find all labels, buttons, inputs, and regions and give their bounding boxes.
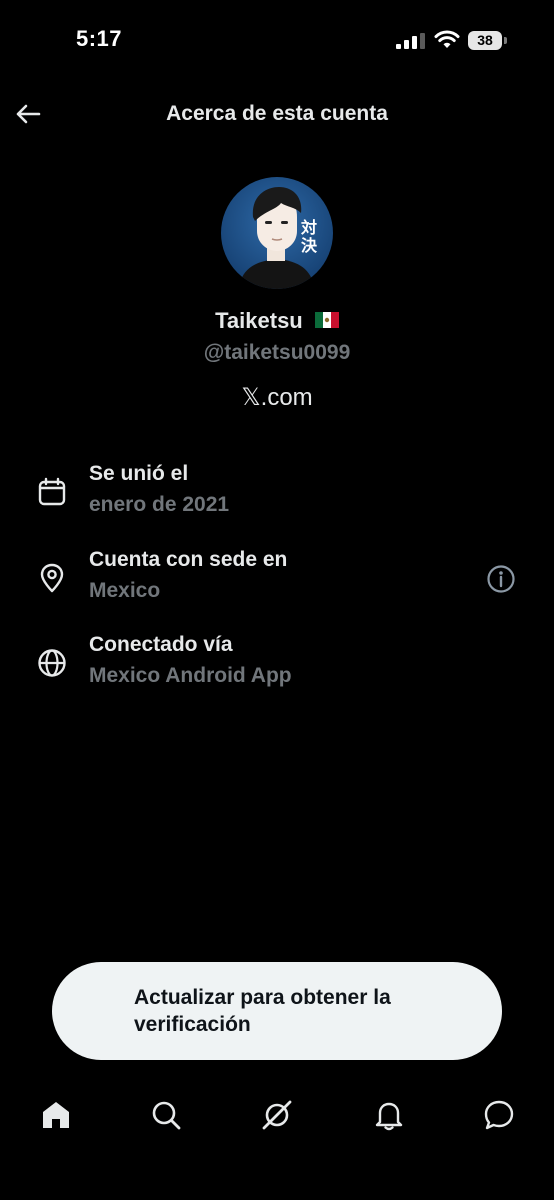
based-in-value: Mexico — [89, 579, 161, 602]
home-icon[interactable] — [38, 1097, 74, 1133]
info-circle-icon[interactable] — [486, 564, 516, 594]
avatar[interactable]: 対決 — [221, 177, 333, 289]
profile-name: Taiketsu — [215, 308, 303, 333]
grok-icon[interactable] — [259, 1097, 295, 1133]
bell-icon[interactable] — [371, 1097, 407, 1133]
cellular-signal-icon — [396, 33, 425, 49]
connected-via-row: Conectado vía Mexico Android App — [0, 633, 554, 703]
x-logo: 𝕏 — [241, 383, 261, 411]
connected-via-value: Mexico Android App — [89, 664, 292, 687]
profile-name-row: Taiketsu — [0, 308, 554, 334]
joined-row: Se unió el enero de 2021 — [0, 462, 554, 532]
calendar-icon — [38, 477, 66, 506]
search-icon[interactable] — [148, 1097, 184, 1133]
status-time: 5:17 — [76, 26, 123, 51]
page-title: Acerca de esta cuenta — [166, 102, 388, 125]
upgrade-verification-button[interactable]: Actualizar para obtener la verificación — [52, 962, 502, 1060]
battery-indicator: 38 — [468, 30, 508, 52]
based-in-row: Cuenta con sede en Mexico — [0, 548, 554, 618]
globe-icon — [38, 649, 66, 677]
platform-suffix: .com — [260, 384, 313, 411]
status-bar: 5:17 38 — [0, 0, 554, 80]
bottom-tab-bar — [0, 1085, 554, 1149]
based-in-label: Cuenta con sede en — [89, 548, 288, 571]
home-indicator-area — [0, 1160, 554, 1200]
platform-label: 𝕏.com — [0, 383, 554, 412]
battery-level: 38 — [468, 31, 502, 50]
wifi-icon — [434, 30, 460, 48]
location-pin-icon — [40, 563, 64, 593]
connected-via-label: Conectado vía — [89, 633, 233, 656]
joined-value: enero de 2021 — [89, 493, 230, 516]
joined-label: Se unió el — [89, 462, 189, 485]
header: Acerca de esta cuenta — [0, 90, 554, 140]
mexico-flag-icon — [314, 312, 339, 329]
profile-handle: @taiketsu0099 — [203, 341, 351, 364]
messages-icon[interactable] — [481, 1097, 517, 1133]
upgrade-verification-label: Actualizar para obtener la verificación — [134, 986, 391, 1036]
avatar-kanji: 対決 — [301, 218, 318, 255]
battery-cap — [504, 37, 507, 44]
